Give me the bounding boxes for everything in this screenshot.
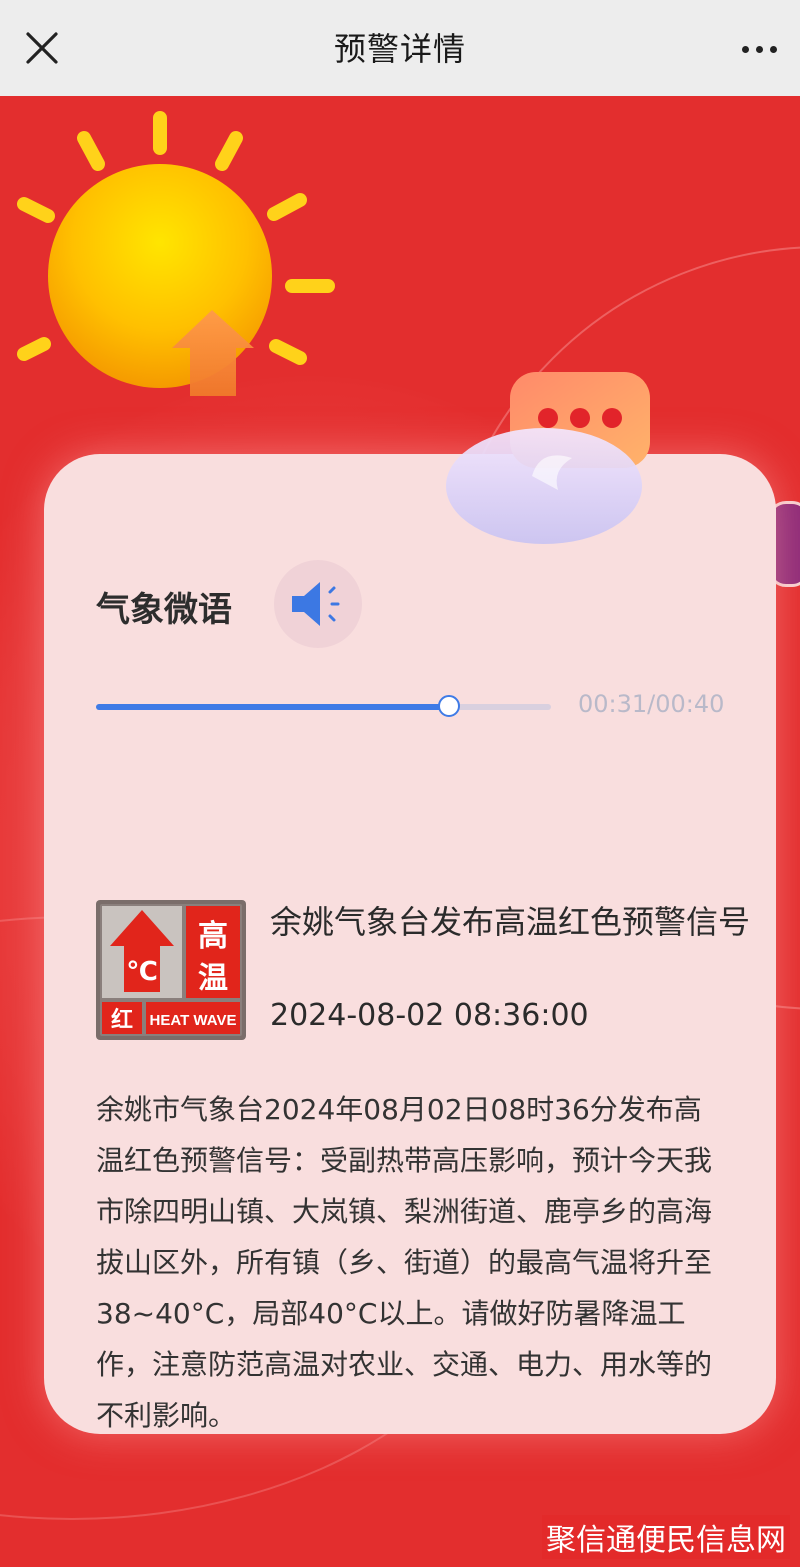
- heat-wave-icon-symbol: ℃: [126, 957, 157, 987]
- more-options-button[interactable]: [738, 30, 782, 66]
- page-title: 预警详情: [333, 30, 466, 68]
- heat-wave-icon-label: HEAT WAVE: [150, 1012, 237, 1029]
- heat-wave-icon-level: 红: [111, 1007, 133, 1033]
- background: 气象微语 00:31/00:40 ℃ 高 温 红 HEAT WAVE 余姚气象台…: [0, 96, 800, 1567]
- play-audio-button[interactable]: [274, 560, 362, 648]
- speaker-icon: [292, 582, 340, 626]
- heat-wave-icon-char-1: 高: [198, 919, 228, 954]
- chat-bubble-icon: [446, 372, 650, 544]
- warning-title: 余姚气象台发布高温红色预警信号: [270, 903, 751, 941]
- audio-progress-fill: [96, 704, 449, 710]
- warning-body: 余姚市气象台2024年08月02日08时36分发布高温红色预警信号：受副热带高压…: [96, 1093, 713, 1432]
- sun-icon: [17, 111, 335, 396]
- heat-wave-icon-char-2: 温: [198, 961, 228, 996]
- warning-card: 气象微语 00:31/00:40 ℃ 高 温 红 HEAT WAVE 余姚气象台…: [44, 454, 776, 1434]
- audio-section-title: 气象微语: [96, 590, 232, 630]
- warning-time: 2024-08-02 08:36:00: [270, 998, 589, 1033]
- heat-wave-warning-icon: ℃ 高 温 红 HEAT WAVE: [96, 900, 246, 1040]
- audio-progress-knob[interactable]: [437, 695, 460, 717]
- watermark: 聚信通便民信息网: [542, 1515, 790, 1559]
- audio-progress-bar[interactable]: [96, 695, 551, 717]
- audio-time-readout: 00:31/00:40: [578, 690, 725, 718]
- top-bar: 预警详情: [0, 0, 800, 96]
